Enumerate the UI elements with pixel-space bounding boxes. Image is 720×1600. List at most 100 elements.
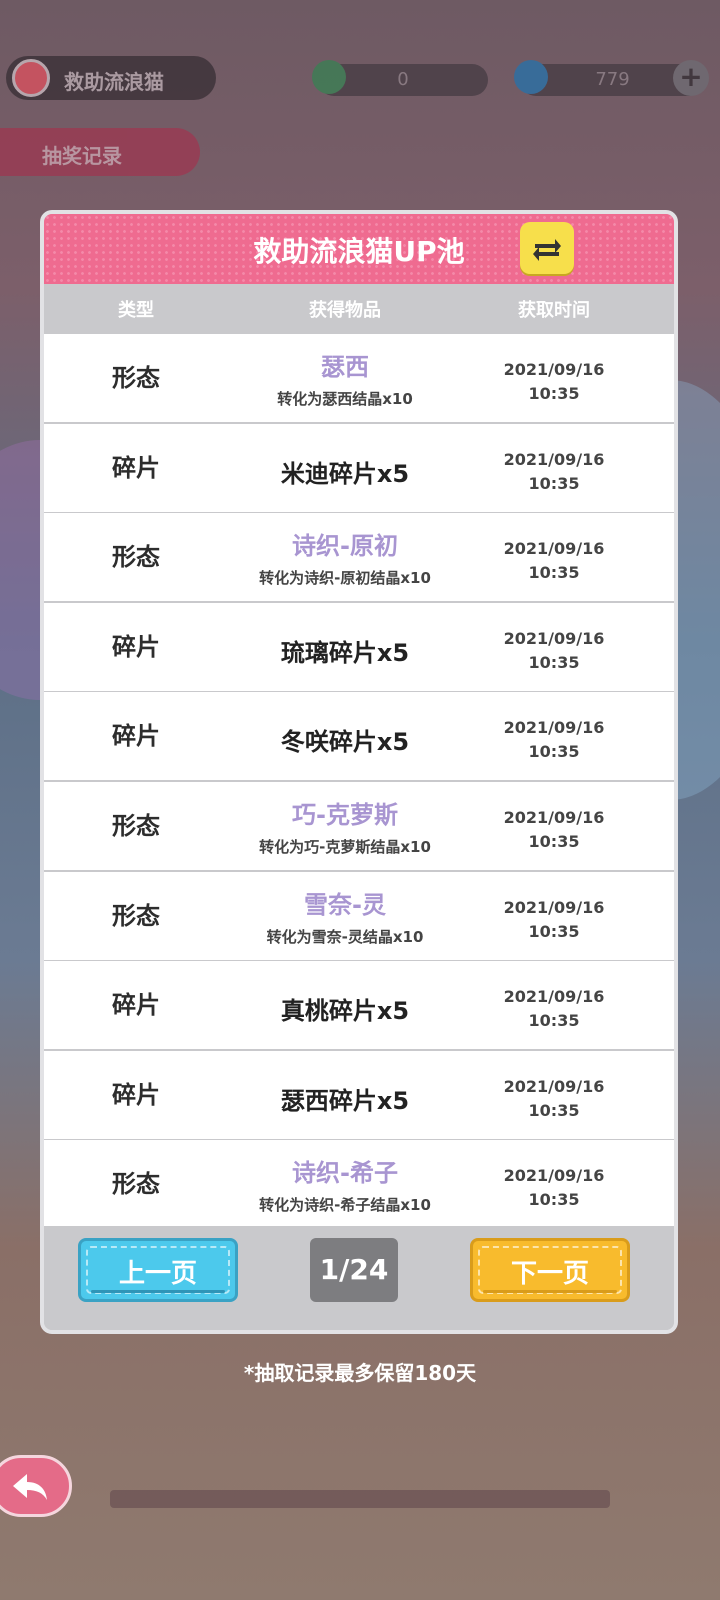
- record-time: 2021/09/16 10:35: [462, 1075, 646, 1123]
- record-clock: 10:35: [528, 652, 580, 672]
- record-clock: 10:35: [528, 921, 580, 941]
- item-name: 雪奈-灵: [304, 890, 386, 919]
- record-row: 碎片 真桃碎片x5 2021/09/16 10:35: [44, 961, 674, 1050]
- record-type: 形态: [112, 364, 160, 392]
- record-time: 2021/09/16 10:35: [462, 985, 646, 1033]
- record-item: 瑟西转化为瑟西结晶x10: [228, 334, 462, 409]
- record-item: 诗织-原初转化为诗织-原初结晶x10: [228, 513, 462, 588]
- record-time: 2021/09/16 10:35: [462, 806, 646, 854]
- item-name: 瑟西碎片x5: [280, 1086, 410, 1115]
- next-page-button[interactable]: 下一页: [470, 1238, 630, 1302]
- record-date: 2021/09/16: [503, 539, 605, 559]
- record-type: 碎片: [112, 1080, 160, 1109]
- record-time: 2021/09/16 10:35: [462, 1164, 646, 1212]
- record-type: 碎片: [112, 991, 160, 1020]
- record-date: 2021/09/16: [503, 1166, 605, 1186]
- modal-title: 救助流浪猫UP池: [253, 235, 465, 268]
- column-header: 类型 获得物品 获取时间: [44, 284, 674, 334]
- record-item: 巧-克萝斯转化为巧-克萝斯结晶x10: [228, 782, 462, 857]
- record-date: 2021/09/16: [503, 628, 605, 648]
- record-time: 2021/09/16 10:35: [462, 358, 646, 406]
- record-time: 2021/09/16 10:35: [462, 627, 646, 675]
- record-clock: 10:35: [528, 384, 580, 403]
- column-item: 获得物品: [309, 300, 381, 321]
- record-item: 诗织-希子 转化为诗织-希子结晶x10: [228, 1140, 462, 1215]
- record-clock: 10:35: [528, 563, 580, 583]
- record-item: 琉璃碎片x5: [228, 603, 462, 668]
- record-row: 形态 雪奈-灵转化为雪奈-灵结晶x10 2021/09/16 10:35: [44, 871, 674, 960]
- back-arrow-icon: [13, 1474, 47, 1500]
- record-row: 碎片 琉璃碎片x5 2021/09/16 10:35: [44, 602, 674, 691]
- record-row: 形态 巧-克萝斯转化为巧-克萝斯结晶x10 2021/09/16 10:35: [44, 782, 674, 870]
- record-type: 形态: [112, 812, 160, 840]
- swap-icon: [533, 239, 561, 261]
- record-type: 形态: [112, 543, 160, 572]
- back-button[interactable]: [0, 1455, 72, 1517]
- record-time: 2021/09/16 10:35: [462, 896, 646, 944]
- pager: 上一页 1/24 下一页: [44, 1226, 674, 1330]
- retention-note: *抽取记录最多保留180天: [243, 1361, 477, 1385]
- record-row: 碎片 瑟西碎片x5 2021/09/16 10:35: [44, 1050, 674, 1139]
- record-date: 2021/09/16: [503, 449, 605, 469]
- column-type: 类型: [118, 300, 154, 321]
- record-clock: 10:35: [528, 1190, 580, 1210]
- record-clock: 10:35: [528, 1100, 580, 1120]
- item-name: 巧-克萝斯: [292, 801, 398, 829]
- record-time: 2021/09/16 10:35: [462, 716, 646, 764]
- event-title-pill[interactable]: 救助流浪猫: [6, 56, 216, 100]
- item-name: 瑟西: [321, 353, 369, 381]
- item-conversion: 转化为巧-克萝斯结晶x10: [259, 838, 431, 856]
- item-conversion: 转化为雪奈-灵结晶x10: [266, 927, 424, 946]
- add-currency-button[interactable]: +: [673, 60, 709, 96]
- record-time: 2021/09/16 10:35: [462, 537, 646, 585]
- record-type: 形态: [112, 901, 160, 930]
- record-date: 2021/09/16: [503, 718, 605, 738]
- record-type: 形态: [112, 1170, 160, 1199]
- record-date: 2021/09/16: [503, 987, 605, 1007]
- record-item: 米迪碎片x5: [228, 424, 462, 489]
- record-item: 真桃碎片x5: [228, 961, 462, 1026]
- item-name: 诗织-希子: [292, 1159, 398, 1188]
- record-row: 碎片 米迪碎片x5 2021/09/16 10:35: [44, 423, 674, 512]
- prev-page-button[interactable]: 上一页: [78, 1238, 238, 1302]
- record-clock: 10:35: [528, 473, 580, 493]
- record-clock: 10:35: [528, 1011, 580, 1031]
- background-strip: [110, 1490, 610, 1508]
- item-name: 诗织-原初: [292, 532, 398, 561]
- item-conversion: 转化为诗织-原初结晶x10: [259, 569, 431, 588]
- record-row: 形态 诗织-原初转化为诗织-原初结晶x10 2021/09/16 10:35: [44, 513, 674, 602]
- record-item: 雪奈-灵转化为雪奈-灵结晶x10: [228, 872, 462, 947]
- record-date: 2021/09/16: [503, 1076, 605, 1096]
- record-row: 形态 诗织-希子 转化为诗织-希子结晶x10 2021/09/16 10:35: [44, 1140, 674, 1229]
- record-type: 碎片: [112, 632, 160, 661]
- top-bar: 救助流浪猫 0 779 +: [0, 54, 720, 106]
- record-item: 冬咲碎片x5: [228, 692, 462, 757]
- record-clock: 10:35: [528, 742, 580, 762]
- record-date: 2021/09/16: [503, 897, 605, 917]
- modal-header: 救助流浪猫UP池: [44, 214, 674, 284]
- record-tab[interactable]: 抽奖记录: [0, 128, 200, 176]
- record-item: 瑟西碎片x5: [228, 1051, 462, 1116]
- record-clock: 10:35: [528, 832, 580, 851]
- record-tab-label: 抽奖记录: [42, 144, 122, 168]
- record-row: 形态 瑟西转化为瑟西结晶x10 2021/09/16 10:35: [44, 334, 674, 422]
- event-title: 救助流浪猫: [64, 70, 164, 94]
- prev-page-label: 上一页: [118, 1259, 197, 1289]
- record-row: 碎片 冬咲碎片x5 2021/09/16 10:35: [44, 692, 674, 781]
- record-date: 2021/09/16: [503, 808, 605, 827]
- record-date: 2021/09/16: [503, 360, 605, 379]
- event-emblem-icon: [12, 59, 50, 97]
- currency-1-value: 0: [397, 69, 409, 90]
- next-page-label: 下一页: [510, 1259, 589, 1289]
- item-name: 米迪碎片x5: [280, 459, 410, 488]
- currency-2: 779 +: [514, 60, 709, 96]
- currency-1: 0: [312, 60, 488, 96]
- item-name: 冬咲碎片x5: [280, 728, 410, 757]
- record-type: 碎片: [112, 453, 160, 482]
- switch-pool-button[interactable]: [520, 222, 574, 274]
- item-conversion: 转化为瑟西结晶x10: [277, 390, 413, 408]
- record-type: 碎片: [112, 722, 160, 751]
- record-time: 2021/09/16 10:35: [462, 448, 646, 496]
- item-name: 真桃碎片x5: [280, 997, 410, 1026]
- column-time: 获取时间: [518, 300, 590, 321]
